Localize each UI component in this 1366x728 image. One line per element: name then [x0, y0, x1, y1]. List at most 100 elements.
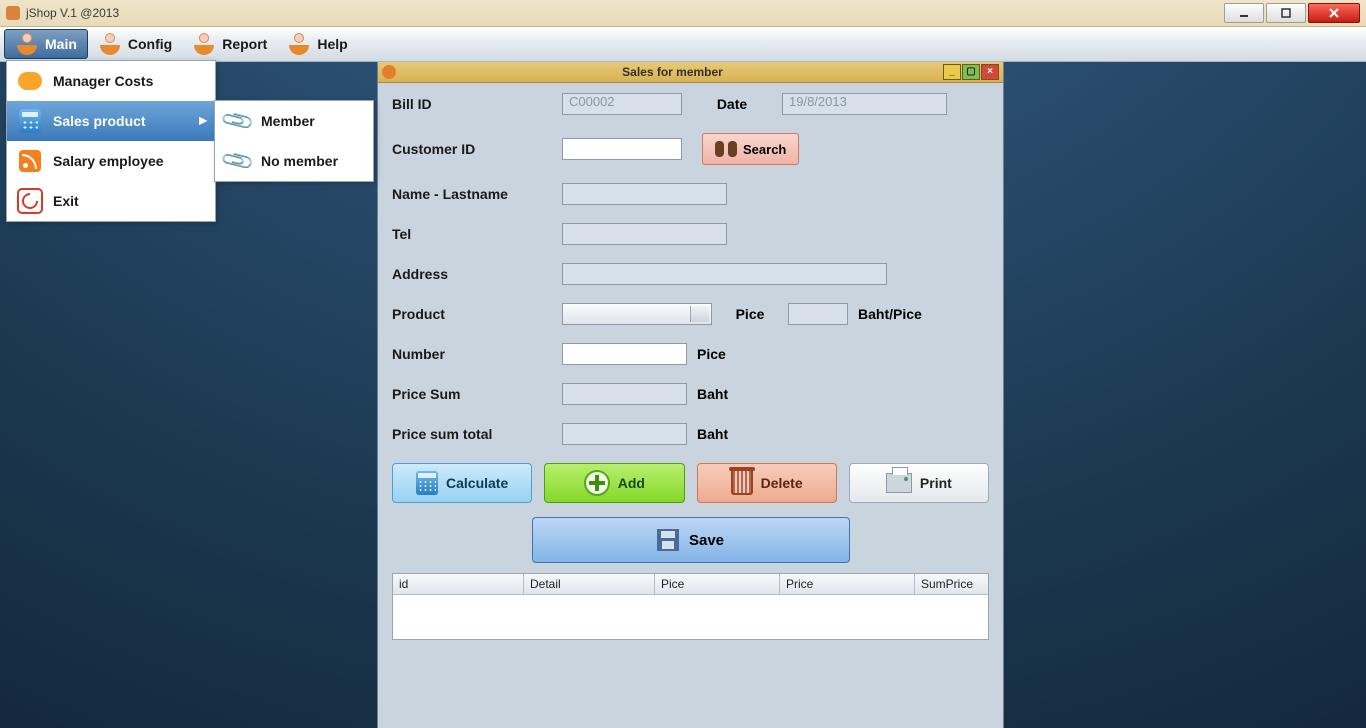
label-baht-1: Baht — [697, 386, 728, 402]
maximize-button[interactable] — [1266, 3, 1306, 23]
field-date: 19/8/2013 — [782, 93, 947, 115]
submenu-member-label: Member — [261, 113, 315, 129]
label-address: Address — [392, 266, 562, 282]
label-price-sum-total: Price sum total — [392, 426, 562, 442]
calculate-button[interactable]: Calculate — [392, 463, 532, 503]
trash-icon — [731, 471, 753, 495]
menu-main-label: Main — [45, 36, 77, 52]
menu-report[interactable]: Report — [182, 27, 277, 61]
calculator-icon — [416, 471, 438, 495]
print-button-label: Print — [920, 475, 952, 491]
submenu-no-member[interactable]: 📎 No member — [215, 141, 373, 181]
app-icon — [6, 6, 20, 20]
calculator-icon — [17, 108, 43, 134]
menu-help-label: Help — [317, 36, 347, 52]
paperclip-icon: 📎 — [220, 103, 256, 139]
label-pice: Pice — [712, 306, 788, 322]
input-customer-id[interactable] — [562, 138, 682, 160]
search-button-label: Search — [743, 142, 786, 157]
menu-exit[interactable]: Exit — [7, 181, 215, 221]
menu-sales-product-label: Sales product — [53, 113, 146, 129]
person-icon — [192, 32, 216, 56]
menu-config[interactable]: Config — [88, 27, 182, 61]
col-id[interactable]: id — [393, 574, 524, 594]
label-product: Product — [392, 306, 562, 322]
field-price-sum-total — [562, 423, 687, 445]
menu-config-label: Config — [128, 36, 172, 52]
plus-icon — [584, 470, 610, 496]
printer-icon — [886, 473, 912, 493]
app-title: jShop V.1 @2013 — [26, 6, 119, 20]
field-address — [562, 263, 887, 285]
label-date: Date — [682, 96, 782, 112]
mdi-close-button[interactable]: × — [981, 64, 999, 80]
select-product[interactable] — [562, 303, 712, 325]
col-price[interactable]: Price — [780, 574, 915, 594]
submenu-member[interactable]: 📎 Member — [215, 101, 373, 141]
menu-salary-employee-label: Salary employee — [53, 153, 164, 169]
action-button-row: Calculate Add Delete Print — [392, 463, 989, 503]
mdi-title-bar[interactable]: Sales for member _ ▢ × — [378, 61, 1003, 83]
col-pice[interactable]: Pice — [655, 574, 780, 594]
save-button[interactable]: Save — [532, 517, 850, 563]
window-icon — [382, 65, 396, 79]
items-grid: id Detail Pice Price SumPrice — [392, 573, 989, 640]
calculate-button-label: Calculate — [446, 475, 508, 491]
field-pice-price — [788, 303, 848, 325]
menu-sales-product[interactable]: Sales product ▶ — [7, 101, 215, 141]
col-detail[interactable]: Detail — [524, 574, 655, 594]
save-button-label: Save — [689, 532, 724, 549]
minimize-button[interactable] — [1224, 3, 1264, 23]
paperclip-icon: 📎 — [220, 143, 256, 179]
sales-member-window: Sales for member _ ▢ × Bill ID C00002 Da… — [377, 60, 1004, 728]
mdi-maximize-button[interactable]: ▢ — [962, 64, 980, 80]
person-icon — [15, 32, 39, 56]
dropdown-main: Manager Costs Sales product ▶ Salary emp… — [6, 60, 216, 222]
input-number[interactable] — [562, 343, 687, 365]
print-button[interactable]: Print — [849, 463, 989, 503]
power-icon — [17, 188, 43, 214]
chevron-right-icon: ▶ — [199, 116, 207, 127]
label-name: Name - Lastname — [392, 186, 562, 202]
delete-button[interactable]: Delete — [697, 463, 837, 503]
label-price-sum: Price Sum — [392, 386, 562, 402]
mdi-title-text: Sales for member — [402, 65, 943, 79]
binoculars-icon — [715, 141, 737, 157]
menu-help[interactable]: Help — [277, 27, 357, 61]
app-window: jShop V.1 @2013 Main Config Report Help — [0, 0, 1366, 728]
dropdown-sales-product: 📎 Member 📎 No member — [214, 100, 374, 182]
menu-bar: Main Config Report Help — [0, 27, 1366, 62]
chat-bubble-icon — [17, 68, 43, 94]
title-bar: jShop V.1 @2013 — [0, 0, 1366, 27]
delete-button-label: Delete — [761, 475, 803, 491]
mdi-body: Bill ID C00002 Date 19/8/2013 Customer I… — [378, 83, 1003, 728]
label-number-unit: Pice — [697, 346, 726, 362]
add-button[interactable]: Add — [544, 463, 684, 503]
field-tel — [562, 223, 727, 245]
field-price-sum — [562, 383, 687, 405]
person-icon — [98, 32, 122, 56]
grid-header: id Detail Pice Price SumPrice — [393, 574, 988, 595]
menu-salary-employee[interactable]: Salary employee — [7, 141, 215, 181]
label-number: Number — [392, 346, 562, 362]
col-sumprice[interactable]: SumPrice — [915, 574, 988, 594]
mdi-minimize-button[interactable]: _ — [943, 64, 961, 80]
window-controls — [1224, 3, 1360, 23]
menu-manager-costs[interactable]: Manager Costs — [7, 61, 215, 101]
rss-icon — [17, 148, 43, 174]
label-baht-2: Baht — [697, 426, 728, 442]
label-customer-id: Customer ID — [392, 141, 562, 157]
grid-body[interactable] — [393, 595, 988, 639]
field-bill-id: C00002 — [562, 93, 682, 115]
menu-main[interactable]: Main — [4, 29, 88, 59]
add-button-label: Add — [618, 475, 645, 491]
search-button[interactable]: Search — [702, 133, 799, 165]
submenu-no-member-label: No member — [261, 153, 338, 169]
field-name — [562, 183, 727, 205]
label-bill-id: Bill ID — [392, 96, 562, 112]
close-button[interactable] — [1308, 3, 1360, 23]
menu-report-label: Report — [222, 36, 267, 52]
menu-manager-costs-label: Manager Costs — [53, 73, 153, 89]
floppy-icon — [657, 529, 679, 551]
person-icon — [287, 32, 311, 56]
